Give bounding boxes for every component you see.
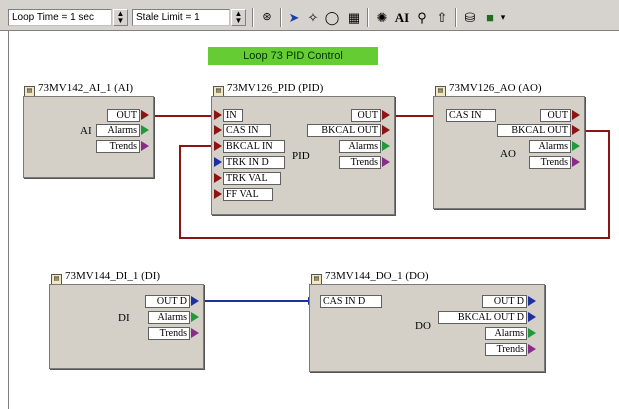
output-arrow-icon[interactable] (528, 296, 536, 306)
pid-trk-in-d-port[interactable]: TRK IN D (223, 156, 285, 169)
trend-arrow-icon[interactable] (191, 328, 199, 338)
output-arrow-icon[interactable] (382, 110, 390, 120)
pid-bkcal-in-port[interactable]: BKCAL IN (223, 140, 285, 153)
do-trends-port[interactable]: Trends (485, 343, 527, 356)
pid-ff-val-port[interactable]: FF VAL (223, 188, 273, 201)
di-block-type: DI (118, 312, 130, 324)
trend-arrow-icon[interactable] (382, 157, 390, 167)
input-arrow-icon[interactable] (214, 141, 222, 151)
di-block-title[interactable]: ▤ 73MV144_DI_1 (DI) (51, 270, 160, 285)
pid-block-title[interactable]: ▤ 73MV126_PID (PID) (213, 82, 323, 97)
alarm-arrow-icon[interactable] (528, 328, 536, 338)
ai-alarms-port[interactable]: Alarms (96, 124, 140, 137)
output-arrow-icon[interactable] (572, 110, 580, 120)
ai-block-title[interactable]: ▤ 73MV142_AI_1 (AI) (24, 82, 133, 97)
ai-out-port[interactable]: OUT (107, 109, 140, 122)
output-arrow-icon[interactable] (572, 125, 580, 135)
output-arrow-icon[interactable] (528, 312, 536, 322)
input-arrow-icon[interactable] (214, 157, 222, 167)
ao-bkcal-out-port[interactable]: BKCAL OUT (497, 124, 571, 137)
do-block-title-text: 73MV144_DO_1 (DO) (325, 270, 429, 282)
output-arrow-icon[interactable] (191, 296, 199, 306)
input-arrow-icon[interactable] (214, 189, 222, 199)
output-arrow-icon[interactable] (382, 125, 390, 135)
trend-arrow-icon[interactable] (572, 157, 580, 167)
do-alarms-port[interactable]: Alarms (485, 327, 527, 340)
ai-block-title-text: 73MV142_AI_1 (AI) (38, 82, 134, 94)
di-alarms-port[interactable]: Alarms (148, 311, 190, 324)
ao-block-title[interactable]: ▤ 73MV126_AO (AO) (435, 82, 542, 97)
pid-block-type: PID (292, 150, 310, 162)
di-block-title-text: 73MV144_DI_1 (DI) (65, 270, 161, 282)
pid-bkcal-out-port[interactable]: BKCAL OUT (307, 124, 381, 137)
alarm-arrow-icon[interactable] (382, 141, 390, 151)
pid-trends-port[interactable]: Trends (339, 156, 381, 169)
di-trends-port[interactable]: Trends (148, 327, 190, 340)
di-out-d-port[interactable]: OUT D (145, 295, 190, 308)
pid-cas-in-port[interactable]: CAS IN (223, 124, 271, 137)
pid-in-port[interactable]: IN (223, 109, 243, 122)
pid-out-port[interactable]: OUT (351, 109, 381, 122)
ai-trends-port[interactable]: Trends (96, 140, 140, 153)
pid-alarms-port[interactable]: Alarms (339, 140, 381, 153)
ao-out-port[interactable]: OUT (540, 109, 571, 122)
ao-block-type: AO (500, 148, 516, 160)
ao-cas-in-port[interactable]: CAS IN (446, 109, 496, 122)
ao-block-title-text: 73MV126_AO (AO) (449, 82, 542, 94)
input-arrow-icon[interactable] (214, 125, 222, 135)
output-arrow-icon[interactable] (141, 110, 149, 120)
pid-trk-val-port[interactable]: TRK VAL (223, 172, 281, 185)
input-arrow-icon[interactable] (214, 173, 222, 183)
do-bkcal-out-d-port[interactable]: BKCAL OUT D (438, 311, 527, 324)
do-cas-in-d-port[interactable]: CAS IN D (320, 295, 382, 308)
do-out-d-port[interactable]: OUT D (482, 295, 527, 308)
ao-alarms-port[interactable]: Alarms (529, 140, 571, 153)
trend-arrow-icon[interactable] (528, 344, 536, 354)
do-block-title[interactable]: ▤ 73MV144_DO_1 (DO) (311, 270, 429, 285)
ai-block-type: AI (80, 125, 92, 137)
alarm-arrow-icon[interactable] (572, 141, 580, 151)
alarm-arrow-icon[interactable] (191, 312, 199, 322)
pid-block-title-text: 73MV126_PID (PID) (227, 82, 324, 94)
input-arrow-icon[interactable] (214, 110, 222, 120)
alarm-arrow-icon[interactable] (141, 125, 149, 135)
trend-arrow-icon[interactable] (141, 141, 149, 151)
do-block-type: DO (415, 320, 431, 332)
ao-trends-port[interactable]: Trends (529, 156, 571, 169)
